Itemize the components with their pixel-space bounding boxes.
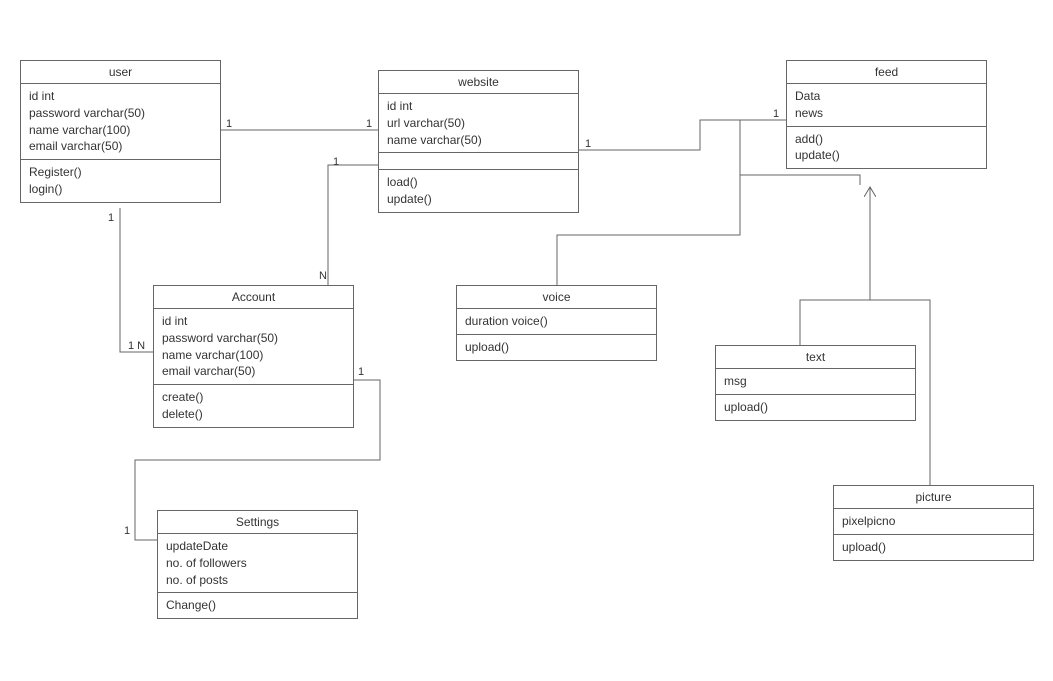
op: upload() bbox=[724, 399, 907, 416]
mult-website-account-top: 1 bbox=[333, 156, 339, 168]
attr: email varchar(50) bbox=[162, 363, 345, 380]
op: Register() bbox=[29, 164, 212, 181]
class-account-title: Account bbox=[154, 286, 353, 309]
class-feed: feed Data news add() update() bbox=[786, 60, 987, 169]
class-voice-ops: upload() bbox=[457, 335, 656, 360]
mult-user-website-left: 1 bbox=[226, 118, 232, 130]
attr: id int bbox=[387, 98, 570, 115]
attr: password varchar(50) bbox=[29, 105, 212, 122]
class-feed-ops: add() update() bbox=[787, 127, 986, 169]
class-text-title: text bbox=[716, 346, 915, 369]
attr: name varchar(50) bbox=[387, 132, 570, 149]
mult-user-website-right: 1 bbox=[366, 118, 372, 130]
class-voice-attrs: duration voice() bbox=[457, 309, 656, 335]
attr: news bbox=[795, 105, 978, 122]
class-voice-title: voice bbox=[457, 286, 656, 309]
op: update() bbox=[387, 191, 570, 208]
class-account-ops: create() delete() bbox=[154, 385, 353, 427]
class-website-title: website bbox=[379, 71, 578, 94]
attr: email varchar(50) bbox=[29, 138, 212, 155]
class-user-ops: Register() login() bbox=[21, 160, 220, 202]
attr: name varchar(100) bbox=[162, 347, 345, 364]
class-picture-ops: upload() bbox=[834, 535, 1033, 560]
op: upload() bbox=[842, 539, 1025, 556]
mult-website-feed-right: 1 bbox=[773, 108, 779, 120]
mult-user-account-bottom: 1 N bbox=[128, 340, 145, 352]
class-settings-title: Settings bbox=[158, 511, 357, 534]
class-text: text msg upload() bbox=[715, 345, 916, 421]
class-feed-title: feed bbox=[787, 61, 986, 84]
class-settings: Settings updateDate no. of followers no.… bbox=[157, 510, 358, 619]
op: create() bbox=[162, 389, 345, 406]
attr: updateDate bbox=[166, 538, 349, 555]
op: login() bbox=[29, 181, 212, 198]
class-website-attrs: id int url varchar(50) name varchar(50) bbox=[379, 94, 578, 153]
mult-website-feed-left: 1 bbox=[585, 138, 591, 150]
class-user: user id int password varchar(50) name va… bbox=[20, 60, 221, 203]
attr: password varchar(50) bbox=[162, 330, 345, 347]
class-picture-title: picture bbox=[834, 486, 1033, 509]
attr: id int bbox=[162, 313, 345, 330]
attr: pixelpicno bbox=[842, 513, 1025, 530]
mult-website-account-bottom: N bbox=[319, 270, 327, 282]
class-website-empty bbox=[379, 153, 578, 170]
class-user-title: user bbox=[21, 61, 220, 84]
class-picture: picture pixelpicno upload() bbox=[833, 485, 1034, 561]
attr: id int bbox=[29, 88, 212, 105]
mult-user-account-top: 1 bbox=[108, 212, 114, 224]
op: update() bbox=[795, 147, 978, 164]
attr: no. of posts bbox=[166, 572, 349, 589]
attr: duration voice() bbox=[465, 313, 648, 330]
op: Change() bbox=[166, 597, 349, 614]
attr: msg bbox=[724, 373, 907, 390]
attr: Data bbox=[795, 88, 978, 105]
class-settings-attrs: updateDate no. of followers no. of posts bbox=[158, 534, 357, 593]
class-user-attrs: id int password varchar(50) name varchar… bbox=[21, 84, 220, 160]
class-text-ops: upload() bbox=[716, 395, 915, 420]
mult-account-settings-top: 1 bbox=[358, 366, 364, 378]
class-account-attrs: id int password varchar(50) name varchar… bbox=[154, 309, 353, 385]
mult-account-settings-bottom: 1 bbox=[124, 525, 130, 537]
class-voice: voice duration voice() upload() bbox=[456, 285, 657, 361]
attr: url varchar(50) bbox=[387, 115, 570, 132]
class-website-ops: load() update() bbox=[379, 170, 578, 212]
attr: no. of followers bbox=[166, 555, 349, 572]
attr: name varchar(100) bbox=[29, 122, 212, 139]
op: delete() bbox=[162, 406, 345, 423]
class-feed-attrs: Data news bbox=[787, 84, 986, 127]
class-picture-attrs: pixelpicno bbox=[834, 509, 1033, 535]
class-text-attrs: msg bbox=[716, 369, 915, 395]
op: add() bbox=[795, 131, 978, 148]
class-settings-ops: Change() bbox=[158, 593, 357, 618]
op: upload() bbox=[465, 339, 648, 356]
op: load() bbox=[387, 174, 570, 191]
class-website: website id int url varchar(50) name varc… bbox=[378, 70, 579, 213]
class-account: Account id int password varchar(50) name… bbox=[153, 285, 354, 428]
